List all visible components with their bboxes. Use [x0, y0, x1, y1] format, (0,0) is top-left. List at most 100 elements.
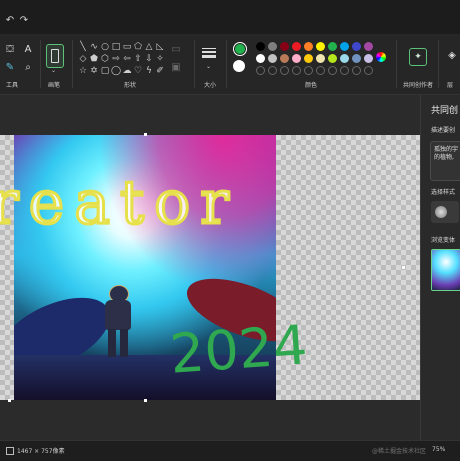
separator	[226, 40, 227, 88]
describe-label: 描述要创	[431, 127, 456, 134]
custom-color-slot[interactable]	[268, 66, 277, 75]
resize-handle[interactable]	[144, 399, 147, 402]
canvas-dimensions: 1467 × 757像素	[17, 448, 65, 455]
color-swatch[interactable]	[292, 54, 301, 63]
right-triangle-shape-icon[interactable]: ◺	[155, 42, 165, 52]
arrow-down-shape-icon[interactable]: ⇩	[144, 54, 154, 64]
polygon-shape-icon[interactable]: ⬠	[133, 42, 143, 52]
callout-cloud-shape-icon[interactable]: ☁	[122, 66, 132, 76]
custom-color-slot[interactable]	[328, 66, 337, 75]
secondary-color-swatch[interactable]	[233, 60, 245, 72]
brush-icon	[51, 49, 59, 63]
size-dropdown-icon[interactable]: ⌄	[206, 63, 211, 70]
brush-dropdown-icon[interactable]: ⌄	[51, 67, 56, 74]
status-bar: 1467 × 757像素 @稀土掘金技术社区 75%	[0, 440, 460, 461]
color-swatch[interactable]	[304, 42, 313, 51]
color-swatch[interactable]	[340, 54, 349, 63]
title-bar: ↶ ↷	[0, 0, 460, 34]
style-thumbnail-icon	[435, 206, 447, 218]
diamond-shape-icon[interactable]: ◇	[78, 54, 88, 64]
color-swatch[interactable]	[352, 54, 361, 63]
color-swatch[interactable]	[328, 54, 337, 63]
color-swatch[interactable]	[268, 54, 277, 63]
cocreator-button[interactable]: ✦	[409, 48, 427, 66]
color-swatch[interactable]	[268, 42, 277, 51]
curve-shape-icon[interactable]: ∿	[89, 42, 99, 52]
rectangle-shape-icon[interactable]: □	[111, 42, 121, 52]
custom-color-slot[interactable]	[292, 66, 301, 75]
size-icon[interactable]	[202, 46, 216, 60]
edit-colors-icon[interactable]	[376, 52, 386, 62]
separator	[194, 40, 195, 88]
arrow-right-shape-icon[interactable]: ⇨	[111, 54, 121, 64]
tools-group-label: 工具	[5, 82, 18, 89]
layers-group-label: 层	[446, 82, 453, 89]
custom-color-slot[interactable]	[304, 66, 313, 75]
resize-handle[interactable]	[402, 266, 405, 269]
fill-bucket-icon[interactable]: ⛋	[4, 44, 16, 56]
color-swatch[interactable]	[352, 42, 361, 51]
canvas-year-text: 2024	[167, 313, 310, 386]
color-swatch[interactable]	[316, 42, 325, 51]
primary-color-swatch[interactable]	[233, 42, 247, 56]
panel-title: 共同创	[431, 106, 459, 116]
star6-shape-icon[interactable]: ✡	[89, 66, 99, 76]
star4-shape-icon[interactable]: ✧	[155, 54, 165, 64]
custom-color-slot[interactable]	[256, 66, 265, 75]
arrow-up-shape-icon[interactable]: ⇧	[133, 54, 143, 64]
zoom-level[interactable]: 75%	[432, 446, 445, 453]
color-swatch[interactable]	[340, 42, 349, 51]
color-swatch[interactable]	[256, 42, 265, 51]
color-picker-icon[interactable]: ✎	[4, 62, 16, 74]
canvas-overlay-text: reator	[0, 167, 239, 240]
color-swatch[interactable]	[364, 54, 373, 63]
prompt-textbox[interactable]: 孤独的宇 的植物,	[430, 141, 460, 181]
layers-icon[interactable]: ◈	[446, 50, 458, 62]
triangle-shape-icon[interactable]: △	[144, 42, 154, 52]
color-swatch[interactable]	[328, 42, 337, 51]
custom-color-slot[interactable]	[280, 66, 289, 75]
colors-group-label: 颜色	[304, 82, 317, 89]
style-dropdown[interactable]	[431, 201, 459, 223]
fill-icon[interactable]: ▣	[170, 62, 182, 74]
custom-color-slot[interactable]	[352, 66, 361, 75]
outline-icon[interactable]: ▭	[170, 44, 182, 56]
lightning-shape-icon[interactable]: ϟ	[144, 66, 154, 76]
pentagon-shape-icon[interactable]: ⬟	[89, 54, 99, 64]
astronaut-body	[105, 300, 131, 330]
color-swatch[interactable]	[304, 54, 313, 63]
color-swatch[interactable]	[280, 54, 289, 63]
canvas-size-icon	[6, 447, 14, 455]
color-swatch[interactable]	[364, 42, 373, 51]
hexagon-shape-icon[interactable]: ⬡	[100, 54, 110, 64]
color-swatch[interactable]	[292, 42, 301, 51]
astronaut-leg-right	[120, 329, 128, 357]
variant-thumbnail[interactable]	[431, 249, 460, 291]
undo-icon[interactable]: ↶	[3, 14, 17, 28]
star5-shape-icon[interactable]: ☆	[78, 66, 88, 76]
custom-color-slot[interactable]	[340, 66, 349, 75]
text-tool-icon[interactable]: A	[22, 44, 34, 56]
resize-handle[interactable]	[8, 399, 11, 402]
cocreator-group-label: 共同创作者	[402, 82, 433, 89]
oval-shape-icon[interactable]: ○	[100, 42, 110, 52]
color-swatch[interactable]	[280, 42, 289, 51]
variants-label: 浏览变体	[431, 237, 456, 244]
magnifier-icon[interactable]: ⌕	[22, 62, 34, 74]
line-shape-icon[interactable]: ╲	[78, 42, 88, 52]
brush-button[interactable]	[46, 44, 64, 68]
heart-shape-icon[interactable]: ♡	[133, 66, 143, 76]
callout-rect-shape-icon[interactable]: ▢	[100, 66, 110, 76]
custom-color-slot[interactable]	[316, 66, 325, 75]
color-swatch[interactable]	[316, 54, 325, 63]
redo-icon[interactable]: ↷	[17, 14, 31, 28]
arrow-left-shape-icon[interactable]: ⇦	[122, 54, 132, 64]
separator	[438, 40, 439, 88]
separator	[40, 40, 41, 88]
pen-shape-icon[interactable]: ✐	[155, 66, 165, 76]
color-swatch[interactable]	[256, 54, 265, 63]
custom-color-slot[interactable]	[364, 66, 373, 75]
rounded-rectangle-shape-icon[interactable]: ▭	[122, 42, 132, 52]
callout-oval-shape-icon[interactable]: ◯	[111, 66, 121, 76]
resize-handle[interactable]	[144, 133, 147, 136]
